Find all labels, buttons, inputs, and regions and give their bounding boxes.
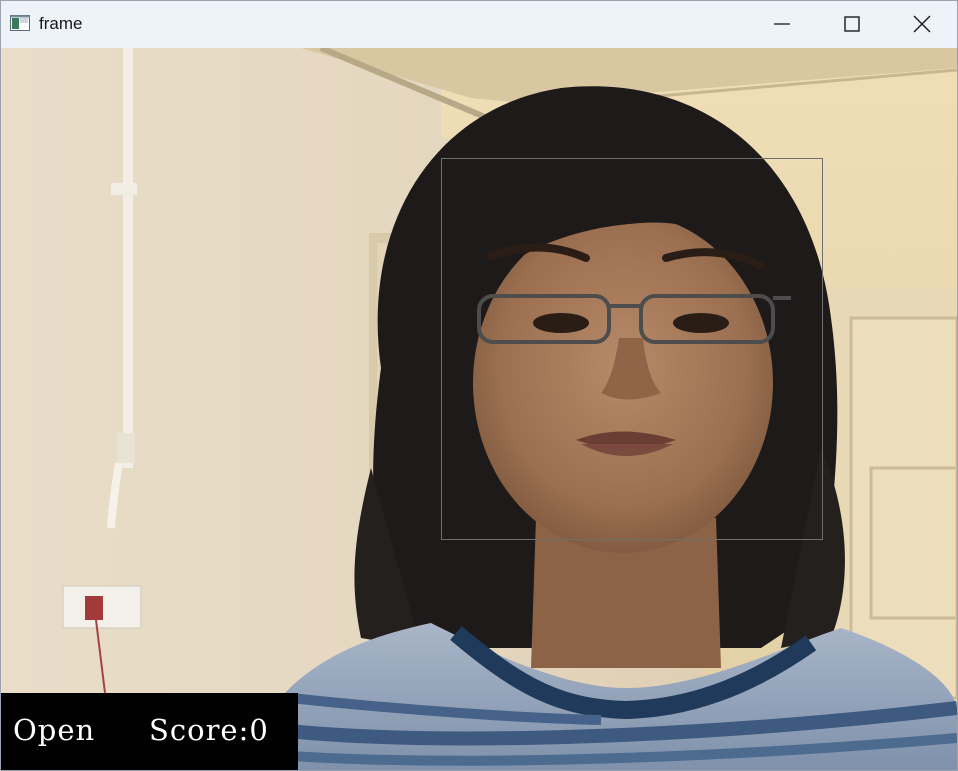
- window-title: frame: [39, 14, 83, 33]
- close-button[interactable]: [887, 1, 957, 47]
- video-frame: Open Score:0: [1, 48, 957, 770]
- maximize-button[interactable]: [817, 1, 887, 47]
- app-window: frame Open Score:0: [0, 0, 958, 771]
- face-detection-box: [441, 158, 823, 540]
- maximize-icon: [844, 16, 860, 32]
- status-overlay: Open Score:0: [1, 693, 298, 770]
- minimize-button[interactable]: [747, 1, 817, 47]
- app-window-icon: [10, 15, 30, 31]
- close-icon: [913, 15, 931, 33]
- score-label: Score:0: [149, 713, 269, 747]
- eye-status-label: Open: [13, 713, 96, 747]
- title-bar[interactable]: frame: [1, 1, 957, 47]
- minimize-icon: [774, 23, 790, 25]
